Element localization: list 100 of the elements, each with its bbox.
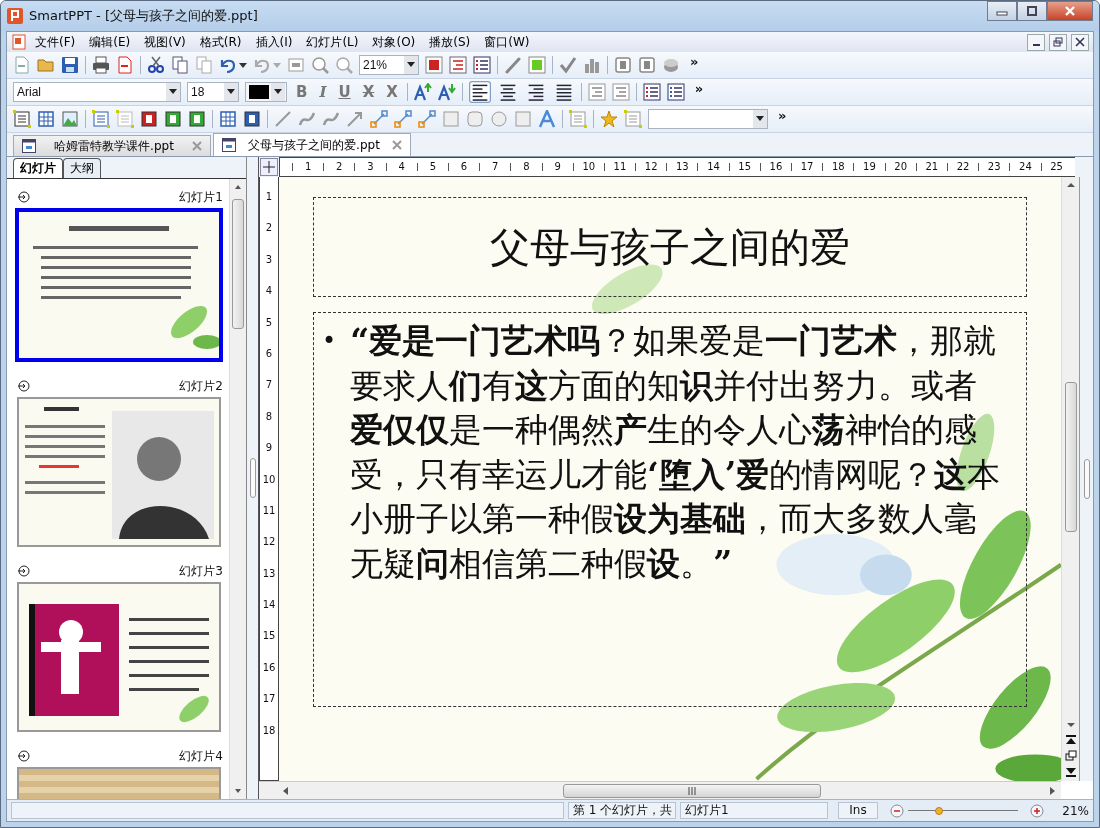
indent-icon[interactable]: [611, 83, 630, 101]
copy-icon[interactable]: [171, 56, 189, 74]
connector-icon[interactable]: [418, 110, 436, 128]
document-tab[interactable]: 父母与孩子之间的爱.ppt: [213, 133, 411, 156]
menu-item[interactable]: 对象(O): [366, 33, 422, 51]
menu-item[interactable]: 插入(I): [249, 33, 299, 51]
font-color-dropdown[interactable]: [245, 82, 287, 102]
new-file-icon[interactable]: [13, 56, 31, 74]
rounded-rectangle-icon[interactable]: [466, 110, 484, 128]
database-icon[interactable]: [662, 56, 680, 74]
scrollbar[interactable]: [1061, 177, 1079, 781]
scrollbar[interactable]: [259, 781, 1061, 799]
save-icon[interactable]: [61, 56, 79, 74]
insert-mode: Ins: [838, 802, 878, 819]
curve-icon[interactable]: [322, 110, 340, 128]
zoom-slider-thumb[interactable]: [934, 806, 943, 815]
pdf-icon[interactable]: [116, 56, 134, 74]
star-icon[interactable]: [600, 110, 618, 128]
slide-label: 幻灯片3: [179, 562, 223, 580]
menu-item[interactable]: 视图(V): [138, 33, 192, 51]
zoom-dropdown[interactable]: 21%: [359, 55, 419, 75]
menu-item[interactable]: 编辑(E): [83, 33, 137, 51]
scroll-thumb[interactable]: [1064, 382, 1077, 532]
menu-item[interactable]: 幻灯片(L): [300, 33, 365, 51]
scrollbar[interactable]: [229, 179, 246, 799]
content-placeholder[interactable]: • “爱是一门艺术吗？如果爱是一门艺术，那就要求人们有这方面的知识并付出努力。或者爱仅仅是一种偶然产生的令人心荡神怡的感受，只有幸运儿才能‘堕入’爱的情网呢？这本小册子以第一种假设为基础，而大多数人毫无疑问相信第二种假设。”: [313, 312, 1027, 707]
next-slide-icon[interactable]: [1063, 765, 1078, 779]
spellcheck-icon[interactable]: [559, 56, 577, 74]
bullet-list-icon[interactable]: [642, 83, 661, 101]
close-icon: [1064, 6, 1076, 16]
zoom-out-icon[interactable]: [889, 803, 904, 818]
ellipse-icon[interactable]: [490, 110, 508, 128]
font-dropdown[interactable]: Arial: [13, 82, 181, 102]
text-style-button[interactable]: X: [359, 83, 378, 101]
shrink-font-icon[interactable]: [437, 83, 456, 101]
line-icon[interactable]: [274, 110, 292, 128]
text-frame-icon[interactable]: [13, 110, 31, 128]
film-icon[interactable]: [219, 110, 237, 128]
outdent-icon[interactable]: [587, 83, 606, 101]
panel-tab[interactable]: 大纲: [63, 158, 101, 178]
list-icon[interactable]: [473, 56, 491, 74]
menu-item[interactable]: 窗口(W): [478, 33, 536, 51]
numbered-list-icon[interactable]: [666, 83, 685, 101]
minimize-icon: [1032, 44, 1040, 46]
menu-item[interactable]: 格式(R): [193, 33, 248, 51]
grow-font-icon[interactable]: [413, 83, 432, 101]
close-button[interactable]: [1071, 33, 1089, 51]
animation-dropdown[interactable]: [648, 109, 768, 129]
print-icon[interactable]: [92, 56, 110, 74]
maximize-button[interactable]: [1017, 1, 1047, 21]
transition-icon: [17, 191, 31, 203]
wordart-icon[interactable]: [538, 110, 556, 128]
cut-icon[interactable]: [147, 56, 165, 74]
zoom-level: 21%: [1062, 803, 1089, 818]
transition-icon: [17, 750, 31, 762]
slide-label: 幻灯片1: [179, 188, 223, 206]
more-tools-button[interactable]: »: [778, 108, 787, 123]
font-size-dropdown[interactable]: 18: [187, 82, 239, 102]
scroll-thumb[interactable]: [232, 199, 244, 329]
chart-icon[interactable]: [583, 56, 601, 74]
paste-icon[interactable]: [195, 56, 213, 74]
close-icon[interactable]: [392, 140, 402, 150]
connector-icon[interactable]: [394, 110, 412, 128]
transition-icon: [17, 565, 31, 577]
arrow-icon[interactable]: [346, 110, 364, 128]
folder-icon[interactable]: [37, 56, 55, 74]
restore-button[interactable]: [1049, 33, 1067, 51]
splitter-handle[interactable]: [1083, 459, 1090, 499]
ruler-corner-icon[interactable]: [260, 158, 278, 176]
text-style-button[interactable]: B: [293, 83, 311, 101]
close-icon[interactable]: [192, 141, 202, 151]
zoom-fit-icon[interactable]: [311, 56, 329, 74]
image-icon[interactable]: [61, 110, 79, 128]
text-style-button[interactable]: X: [383, 83, 401, 101]
previous-slide-icon[interactable]: [1063, 733, 1078, 747]
grip-icon: [687, 786, 697, 795]
zoom-in-icon[interactable]: [1030, 803, 1045, 818]
windows-icon[interactable]: [1063, 749, 1078, 763]
panel-tab[interactable]: 幻灯片: [13, 158, 63, 178]
paragraph-icon[interactable]: [449, 56, 467, 74]
align-left-button[interactable]: [468, 81, 491, 103]
text-style-button[interactable]: U: [335, 83, 354, 101]
more-tools-button[interactable]: »: [690, 54, 699, 69]
menu-item[interactable]: 文件(F): [29, 33, 82, 51]
splitter-handle[interactable]: [249, 458, 256, 498]
scroll-thumb[interactable]: [563, 783, 821, 798]
zoom-icon[interactable]: [335, 56, 353, 74]
text-style-button[interactable]: I: [316, 83, 330, 101]
menu-item[interactable]: 播放(S): [423, 33, 477, 51]
title-placeholder[interactable]: 父母与孩子之间的爱: [313, 197, 1027, 297]
body-text: “爱是一门艺术吗？如果爱是一门艺术，那就要求人们有这方面的知识并付出努力。或者爱仅仅是一种偶然产生的令人心荡神怡的感受，只有幸运儿才能‘堕入’爱的情网呢？这本小册子以第一种假设为基础，而大多数人毫无疑问相信第二种假设。”: [350, 320, 1002, 585]
slide-position: 第 1 个幻灯片，共: [567, 802, 676, 819]
connector-icon[interactable]: [370, 110, 388, 128]
object-icon[interactable]: [92, 110, 110, 128]
more-tools-button[interactable]: »: [694, 81, 704, 96]
table-icon[interactable]: [37, 110, 55, 128]
document-tab[interactable]: 哈姆雷特教学课件.ppt: [13, 135, 211, 156]
bullet: •: [322, 326, 337, 357]
freehand-icon[interactable]: [298, 110, 316, 128]
minimize-button[interactable]: [1027, 33, 1045, 51]
